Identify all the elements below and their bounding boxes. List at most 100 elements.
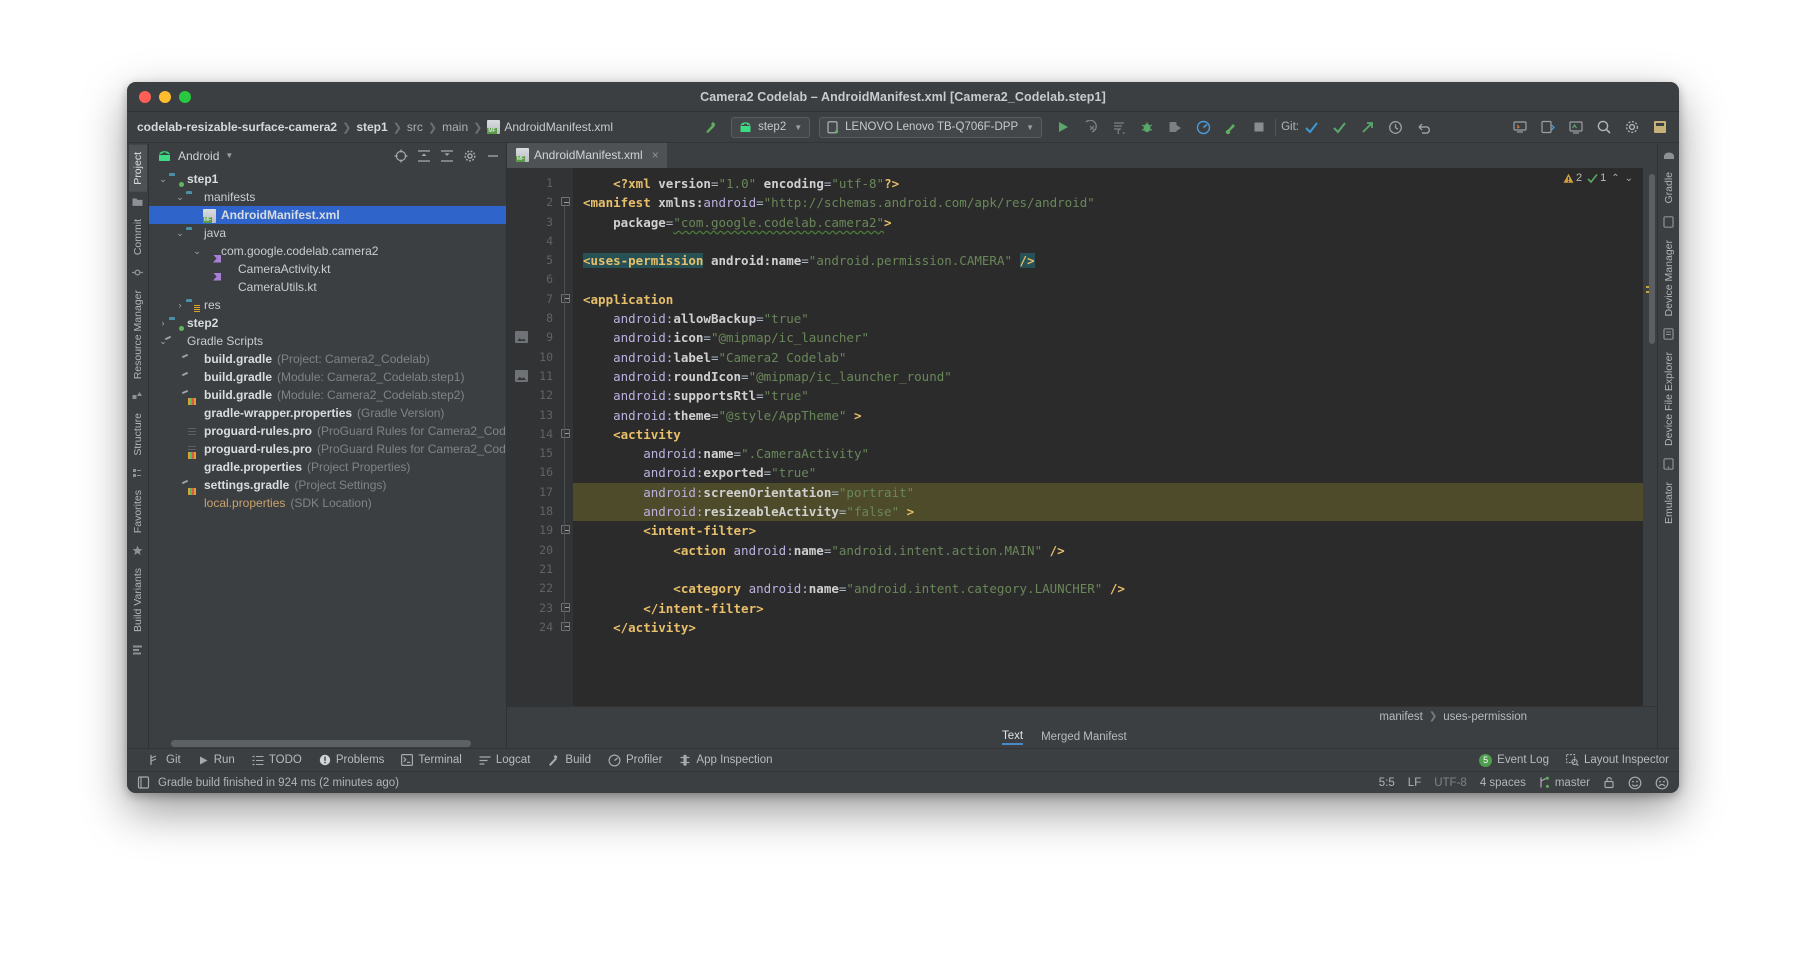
code-line[interactable]: android:exported="true" bbox=[573, 463, 1643, 482]
editor-tab-androidmanifest[interactable]: AndroidManifest.xml × bbox=[507, 143, 667, 168]
lock-icon[interactable] bbox=[1603, 776, 1615, 789]
breadcrumb-main[interactable]: main bbox=[442, 120, 468, 134]
code-line[interactable]: <?xml version="1.0" encoding="utf-8"?> bbox=[573, 174, 1643, 193]
code-line[interactable] bbox=[573, 232, 1643, 251]
tree-disclosure-icon[interactable]: ⌄ bbox=[174, 192, 186, 203]
sad-face-icon[interactable] bbox=[1655, 776, 1669, 790]
tool-window-event-log[interactable]: 5 Event Log bbox=[1479, 753, 1549, 767]
status-message-icon[interactable] bbox=[137, 776, 150, 789]
code-line[interactable]: <action android:name="android.intent.act… bbox=[573, 541, 1643, 560]
code-line[interactable] bbox=[573, 560, 1643, 579]
tree-node[interactable]: build.gradle (Module: Camera2_Codelab.ste… bbox=[149, 368, 506, 386]
tool-window-logcat[interactable]: Logcat bbox=[479, 754, 530, 766]
image-resource-gutter-icon[interactable] bbox=[515, 331, 528, 344]
fold-marker[interactable] bbox=[561, 602, 571, 613]
tool-window-problems[interactable]: Problems bbox=[319, 754, 384, 766]
tree-node[interactable]: build.gradle (Project: Camera2_Codelab) bbox=[149, 350, 506, 368]
target-icon[interactable] bbox=[394, 149, 408, 163]
run-configuration-selector[interactable]: step2 ▼ bbox=[731, 116, 811, 138]
code-line[interactable]: <manifest xmlns:android="http://schemas.… bbox=[573, 193, 1643, 212]
code-line[interactable]: <activity bbox=[573, 425, 1643, 444]
fold-marker[interactable] bbox=[561, 621, 571, 632]
project-view-selector[interactable]: Android ▼ bbox=[157, 149, 233, 163]
code-line[interactable]: <category android:name="android.intent.c… bbox=[573, 579, 1643, 598]
tree-node[interactable]: › res bbox=[149, 296, 506, 314]
tree-disclosure-icon[interactable]: › bbox=[157, 318, 169, 328]
git-update-icon[interactable] bbox=[1301, 116, 1323, 138]
breadcrumb-project[interactable]: codelab-resizable-surface-camera2 bbox=[137, 120, 337, 134]
code-folding-column[interactable] bbox=[559, 168, 573, 706]
tree-node[interactable]: ⌄ com.google.codelab.camera2 bbox=[149, 242, 506, 260]
code-line[interactable]: android:theme="@style/AppTheme" > bbox=[573, 406, 1643, 425]
tree-node[interactable]: local.properties (SDK Location) bbox=[149, 494, 506, 512]
sidebar-tab-build-variants[interactable]: Build Variants bbox=[129, 561, 147, 639]
warning-count[interactable]: 2 bbox=[1563, 172, 1582, 184]
stop-icon[interactable] bbox=[1248, 116, 1270, 138]
tree-node[interactable]: ⌄ manifests bbox=[149, 188, 506, 206]
tab-text[interactable]: Text bbox=[1002, 730, 1024, 745]
tool-window-app-inspection[interactable]: App Inspection bbox=[679, 754, 773, 767]
image-resource-gutter-icon[interactable] bbox=[515, 369, 528, 382]
device-manager-icon[interactable] bbox=[1537, 116, 1559, 138]
git-commit-icon[interactable] bbox=[1329, 116, 1351, 138]
tree-node[interactable]: proguard-rules.pro (ProGuard Rules for Ca… bbox=[149, 422, 506, 440]
breadcrumb-module[interactable]: step1 bbox=[356, 120, 387, 134]
tree-node[interactable]: gradle.properties (Project Properties) bbox=[149, 458, 506, 476]
indent-setting[interactable]: 4 spaces bbox=[1480, 777, 1526, 789]
tree-node[interactable]: AndroidManifest.xml bbox=[149, 206, 506, 224]
search-icon[interactable] bbox=[1593, 116, 1615, 138]
prev-highlight-icon[interactable]: ⌃ bbox=[1611, 173, 1619, 184]
code-line[interactable]: </activity> bbox=[573, 618, 1643, 637]
apply-changes-icon[interactable] bbox=[1108, 116, 1130, 138]
tab-merged-manifest[interactable]: Merged Manifest bbox=[1041, 731, 1127, 743]
code-content[interactable]: 2 1 ⌃ ⌄ <?xml version="1.0" encoding="ut… bbox=[573, 168, 1643, 706]
file-encoding[interactable]: UTF-8 bbox=[1434, 777, 1467, 789]
collapse-all-icon[interactable] bbox=[417, 149, 431, 163]
avd-manager-icon[interactable] bbox=[1509, 116, 1531, 138]
tool-window-profiler[interactable]: Profiler bbox=[608, 753, 662, 767]
expand-all-icon[interactable] bbox=[440, 149, 454, 163]
breadcrumb-src[interactable]: src bbox=[407, 120, 423, 134]
tree-node[interactable]: CameraUtils.kt bbox=[149, 278, 506, 296]
project-tree-hscrollbar[interactable] bbox=[149, 739, 506, 748]
code-line[interactable]: android:icon="@mipmap/ic_launcher" bbox=[573, 328, 1643, 347]
code-line[interactable]: <intent-filter> bbox=[573, 521, 1643, 540]
sdk-manager-icon[interactable] bbox=[1565, 116, 1587, 138]
check-count[interactable]: 1 bbox=[1587, 172, 1606, 184]
run-with-coverage-icon[interactable] bbox=[1164, 116, 1186, 138]
project-structure-icon[interactable] bbox=[1649, 116, 1671, 138]
history-icon[interactable] bbox=[1385, 116, 1407, 138]
tree-node[interactable]: gradle-wrapper.properties (Gradle Version… bbox=[149, 404, 506, 422]
tool-window-todo[interactable]: TODO bbox=[252, 754, 302, 766]
device-selector[interactable]: LENOVO Lenovo TB-Q706F-DPP ▼ bbox=[819, 116, 1043, 138]
fold-marker[interactable] bbox=[561, 428, 571, 439]
inspection-marker-strip[interactable] bbox=[1643, 168, 1657, 706]
breadcrumb-file[interactable]: AndroidManifest.xml bbox=[487, 120, 613, 134]
tree-node[interactable]: › step2 bbox=[149, 314, 506, 332]
tree-node[interactable]: build.gradle (Module: Camera2_Codelab.ste… bbox=[149, 386, 506, 404]
settings-gear-icon[interactable] bbox=[463, 149, 477, 163]
scrollbar-thumb[interactable] bbox=[171, 740, 471, 747]
code-editor[interactable]: 1 2 3 4 5 6 7 8 9 10 11 12 13 14 15 16 17 18 19 20 21 22 23 24 … bbox=[507, 168, 1657, 706]
tool-window-terminal[interactable]: Terminal bbox=[401, 754, 462, 766]
happy-face-icon[interactable] bbox=[1628, 776, 1642, 790]
code-line[interactable]: android:allowBackup="true" bbox=[573, 309, 1643, 328]
fold-marker[interactable] bbox=[561, 197, 571, 207]
sidebar-tab-device-file-explorer[interactable]: Device File Explorer bbox=[1660, 345, 1678, 453]
attach-debugger-icon[interactable] bbox=[1080, 116, 1102, 138]
tree-node[interactable]: proguard-rules.pro (ProGuard Rules for Ca… bbox=[149, 440, 506, 458]
code-line[interactable]: android:roundIcon="@mipmap/ic_launcher_r… bbox=[573, 367, 1643, 386]
project-tree[interactable]: ⌄step1⌄manifestsAndroidManifest.xml⌄java… bbox=[149, 168, 506, 739]
code-line[interactable]: android:label="Camera2 Codelab" bbox=[573, 348, 1643, 367]
fold-marker[interactable] bbox=[561, 293, 571, 304]
fold-marker[interactable] bbox=[561, 525, 571, 535]
tree-disclosure-icon[interactable]: ⌄ bbox=[174, 228, 186, 239]
tool-window-build[interactable]: Build bbox=[547, 754, 591, 767]
git-push-icon[interactable] bbox=[1357, 116, 1379, 138]
next-highlight-icon[interactable]: ⌄ bbox=[1625, 173, 1633, 184]
settings-icon[interactable] bbox=[1621, 116, 1643, 138]
tree-disclosure-icon[interactable]: ⌄ bbox=[157, 174, 169, 185]
tool-window-layout-inspector[interactable]: Layout Inspector bbox=[1566, 754, 1669, 766]
tool-window-git[interactable]: Git bbox=[149, 754, 181, 766]
line-separator[interactable]: LF bbox=[1408, 777, 1421, 789]
